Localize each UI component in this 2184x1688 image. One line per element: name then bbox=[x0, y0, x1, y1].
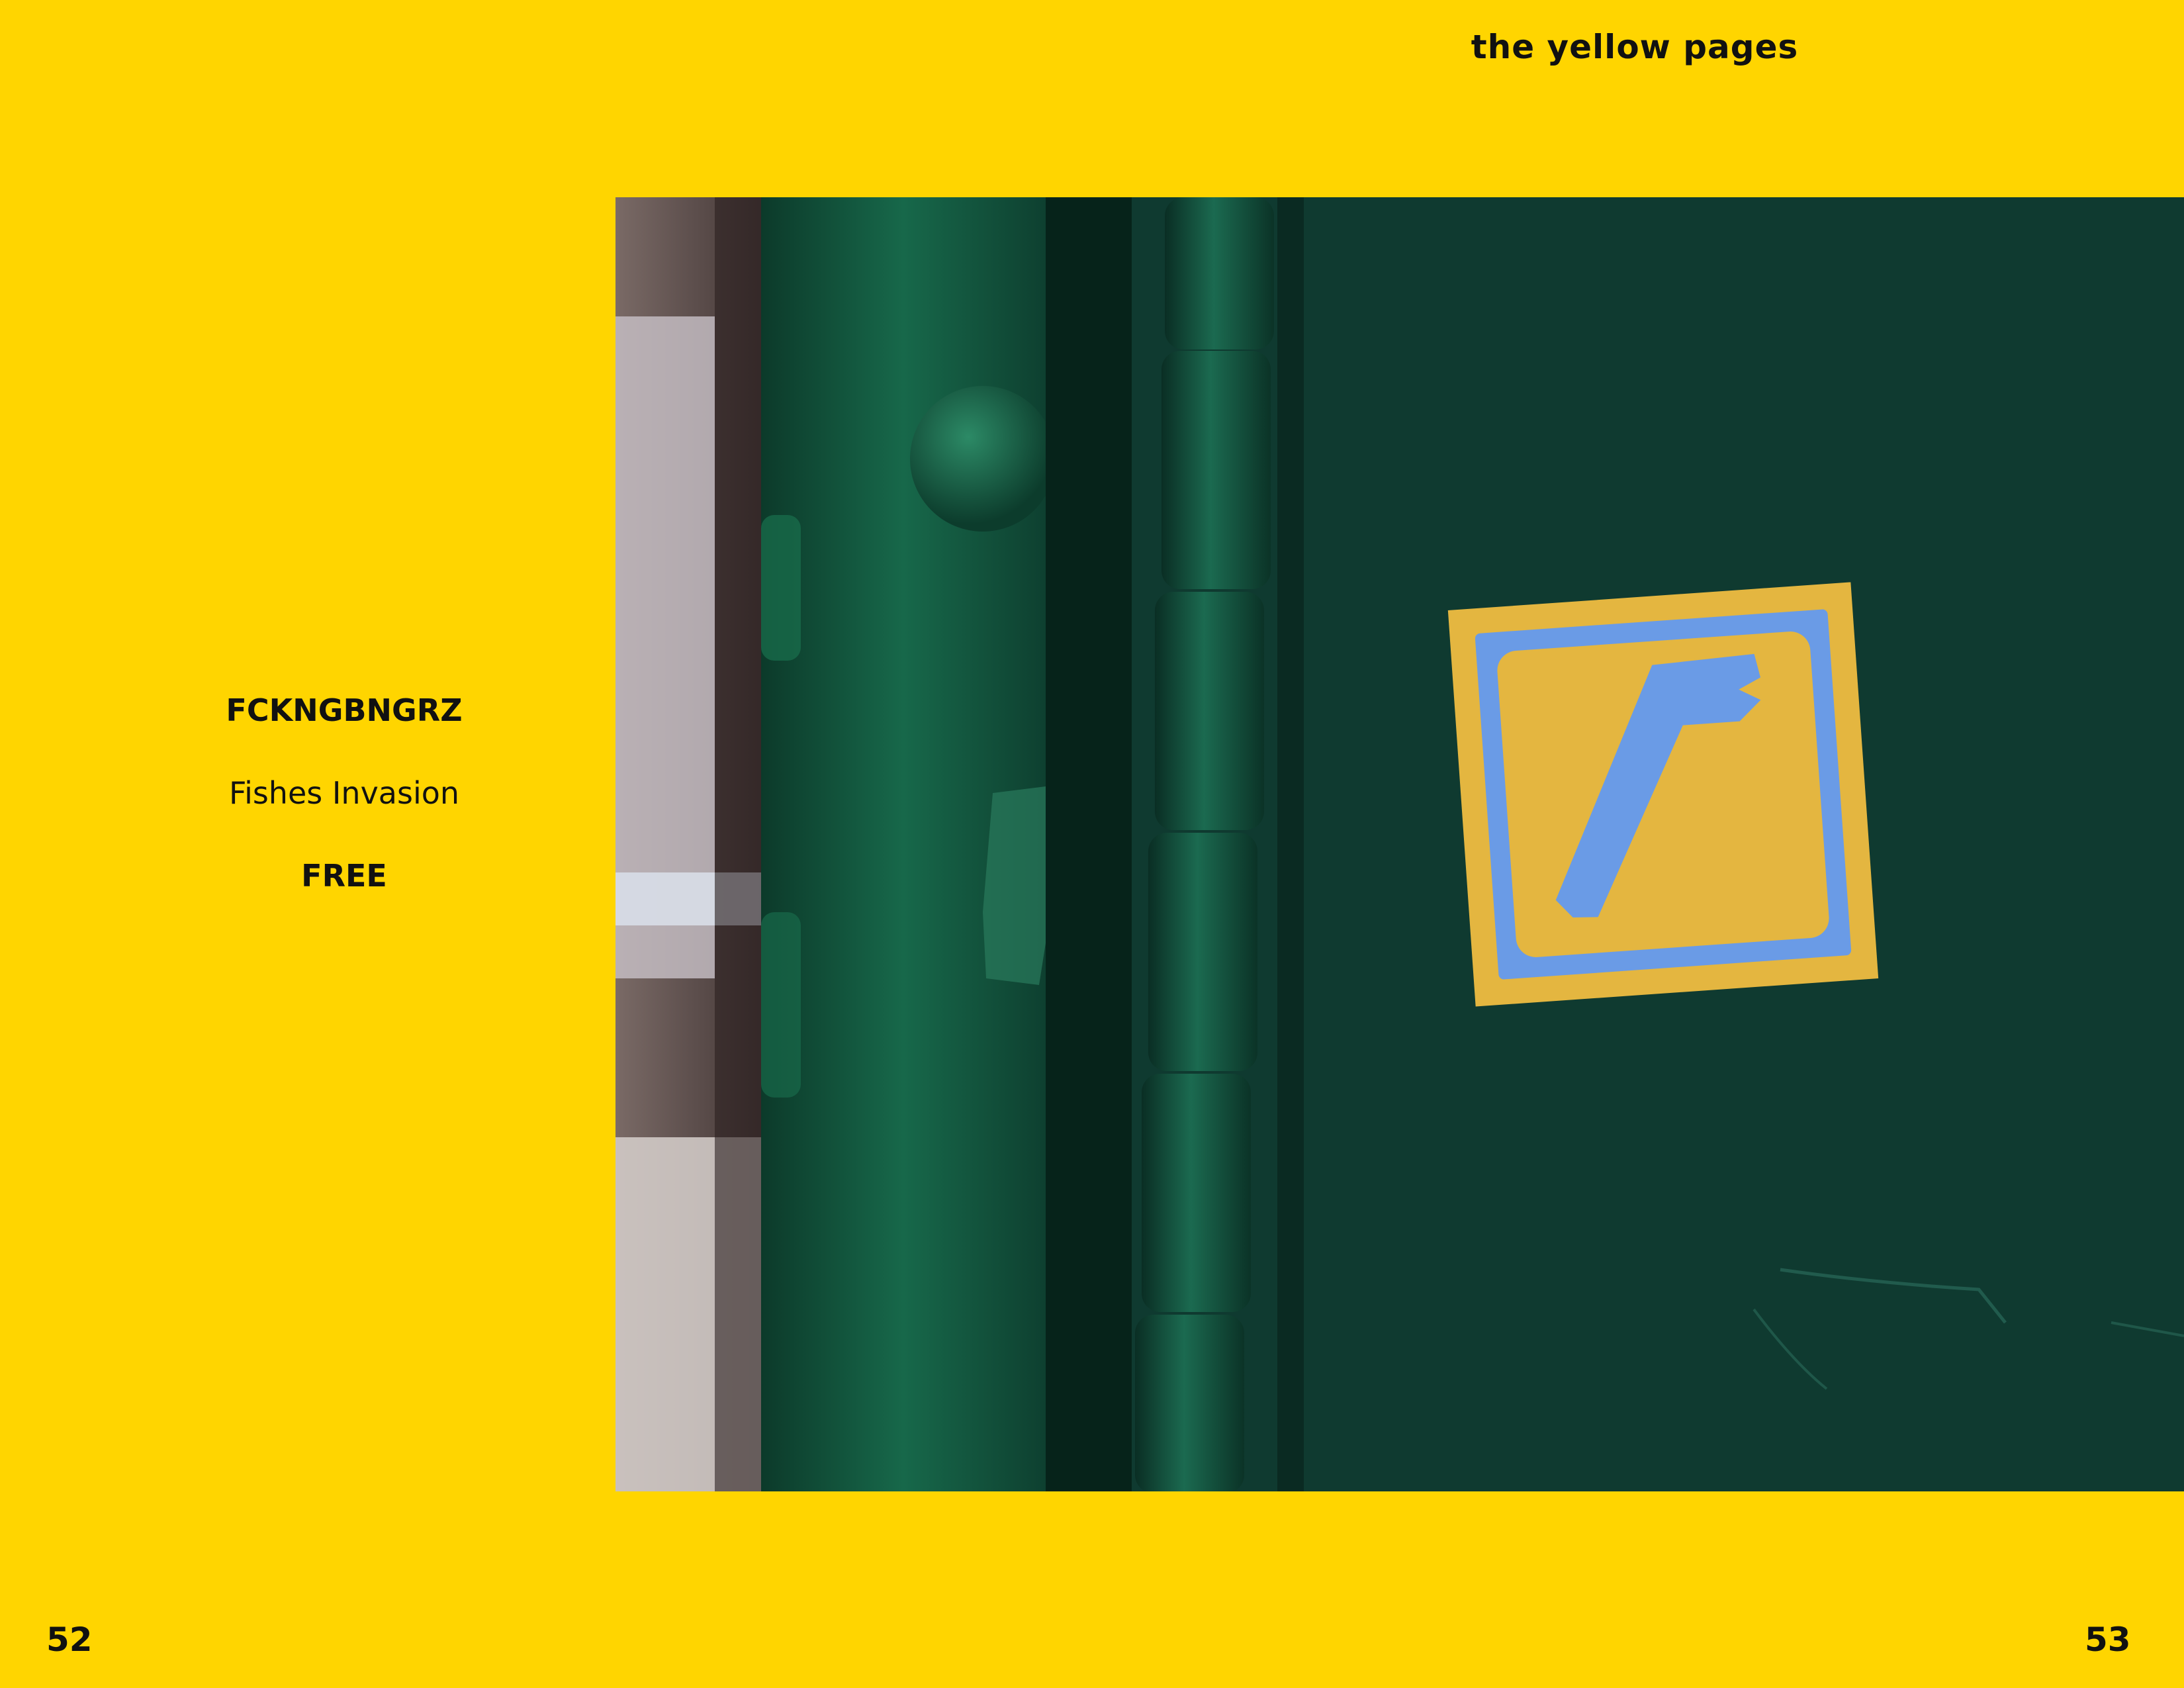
price-note: FREE bbox=[301, 858, 387, 894]
sticker-photo bbox=[615, 197, 2184, 1491]
artwork-title: Fishes Invasion bbox=[228, 775, 460, 811]
artist-name: FCKNGBNGRZ bbox=[226, 692, 463, 728]
magazine-title: the yellow pages bbox=[1471, 28, 1799, 66]
hinge bbox=[1135, 197, 1274, 1491]
page-number-right: 53 bbox=[2085, 1620, 2131, 1659]
page-number-left: 52 bbox=[46, 1620, 93, 1659]
bolt bbox=[910, 386, 1056, 532]
yellow-pages-sticker bbox=[1447, 582, 1879, 1007]
credits-block: FCKNGBNGRZ Fishes Invasion FREE bbox=[119, 695, 569, 943]
